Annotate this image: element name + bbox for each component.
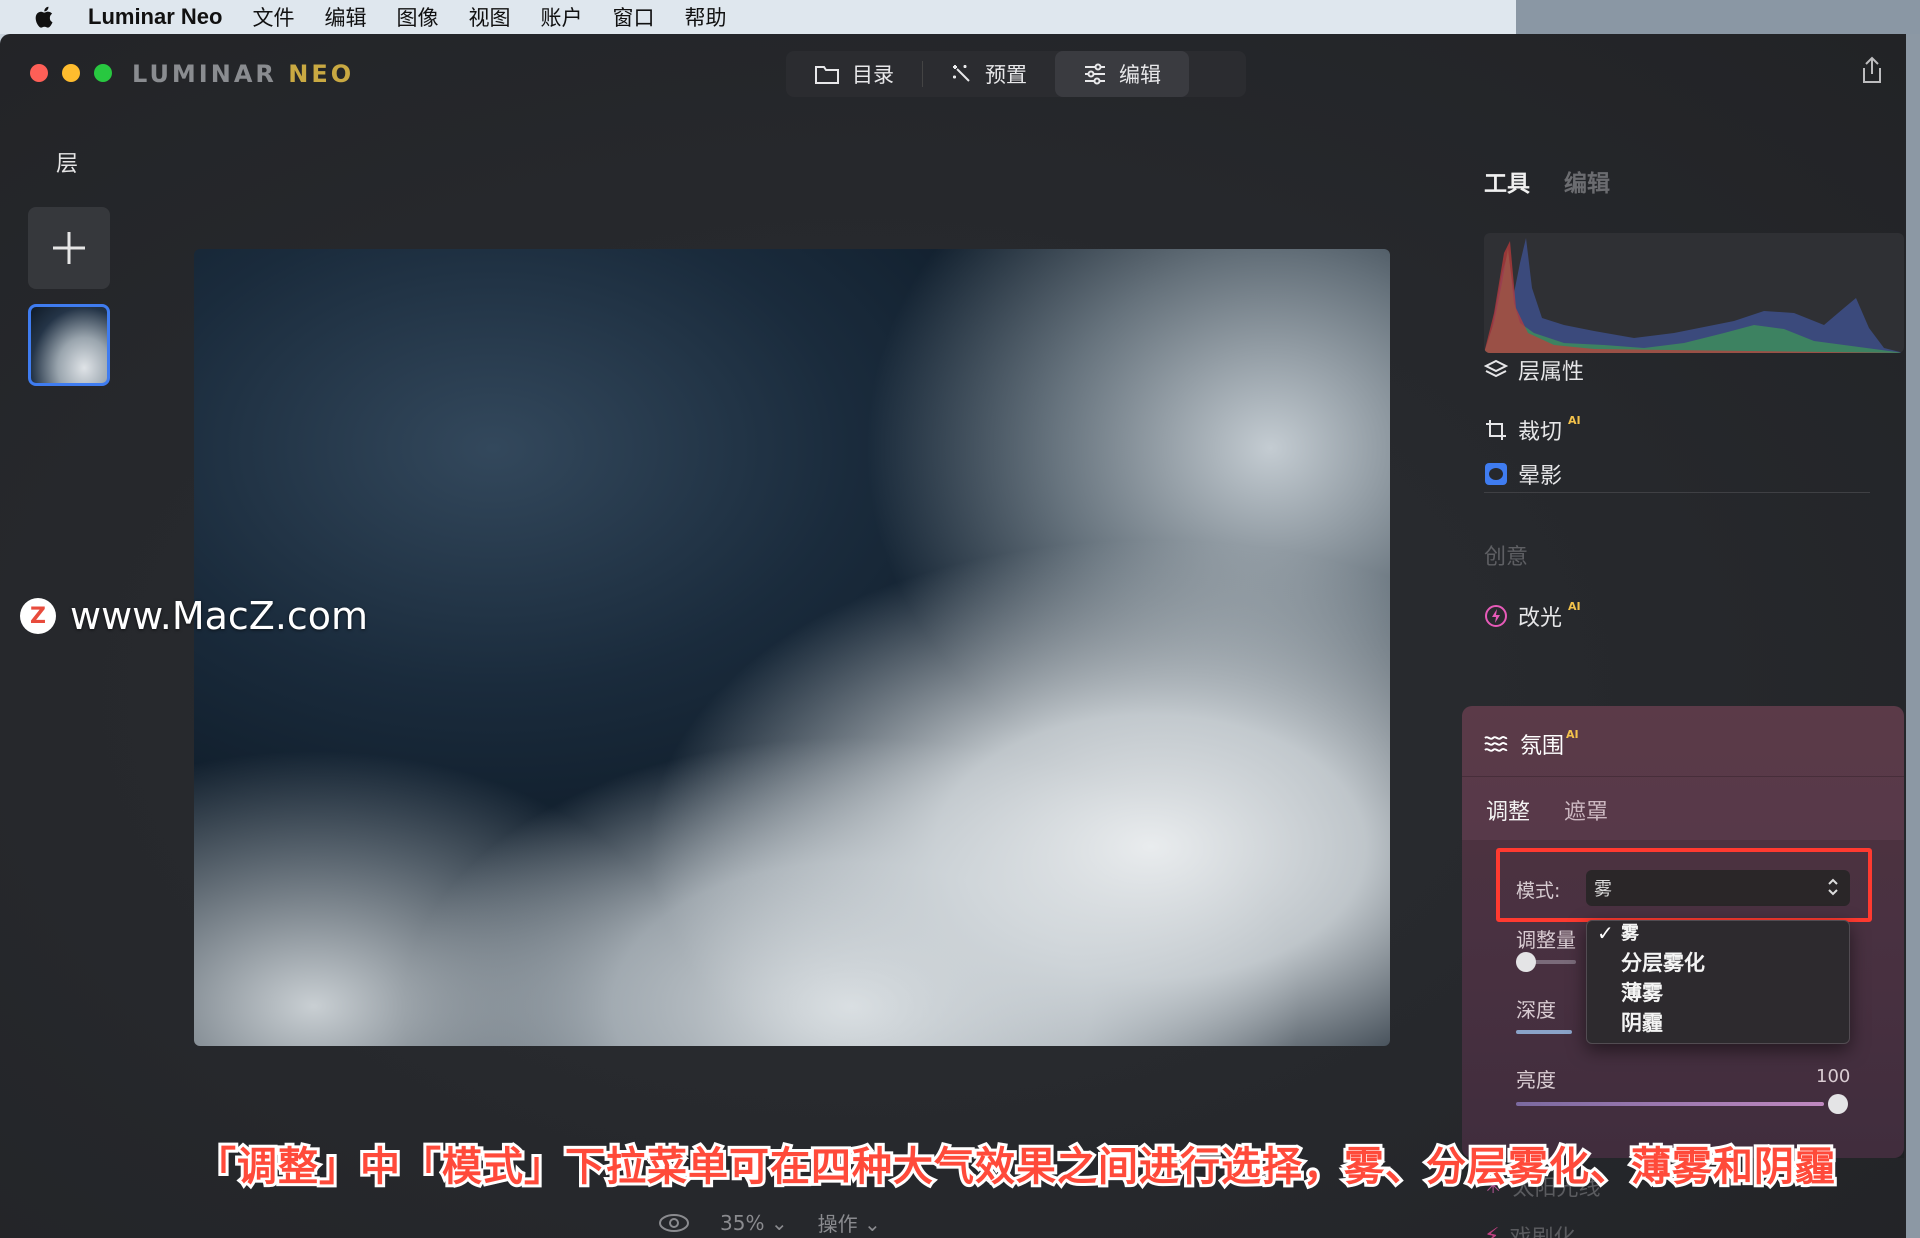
tool-relight[interactable]: 改光 AI bbox=[1484, 600, 1581, 632]
menu-bar: Luminar Neo 文件 编辑 图像 视图 账户 窗口 帮助 bbox=[0, 0, 1516, 34]
slider-brightness-value: 100 bbox=[1816, 1066, 1851, 1087]
tool-dramatic[interactable]: ⚡ 戏剧化 bbox=[1484, 1220, 1575, 1238]
dropdown-option-fog[interactable]: 雾 bbox=[1621, 919, 1639, 945]
zoom-value: 35% bbox=[720, 1210, 765, 1235]
watermark-logo: Z bbox=[20, 598, 56, 634]
tab-catalog-label: 目录 bbox=[852, 63, 894, 87]
mode-dropdown-menu: ✓ 雾 分层雾化 薄雾 阴霾 bbox=[1586, 920, 1850, 1044]
zoom-window-button[interactable] bbox=[94, 64, 112, 82]
tool-vignette[interactable]: 晕影 bbox=[1484, 458, 1562, 490]
minimize-window-button[interactable] bbox=[62, 64, 80, 82]
menu-account[interactable]: 账户 bbox=[540, 2, 582, 32]
tool-relight-label: 改光 bbox=[1518, 606, 1563, 631]
main-tab-bar: 目录 预置 编辑 bbox=[786, 51, 1246, 97]
tab-edit[interactable]: 编辑 bbox=[1055, 51, 1189, 97]
tab-mask[interactable]: 遮罩 bbox=[1564, 794, 1608, 826]
logo-neo: NEO bbox=[288, 60, 355, 88]
vignette-icon bbox=[1485, 463, 1507, 485]
atmosphere-tabs: 调整 遮罩 bbox=[1486, 794, 1608, 826]
actions-label: 操作 bbox=[817, 1212, 858, 1236]
histogram bbox=[1484, 233, 1904, 353]
close-window-button[interactable] bbox=[30, 64, 48, 82]
menu-image[interactable]: 图像 bbox=[396, 2, 438, 32]
app-logo: LUMINAR NEO bbox=[132, 60, 354, 88]
desktop-background bbox=[1516, 0, 1920, 34]
menu-app-name[interactable]: Luminar Neo bbox=[88, 4, 222, 30]
tool-dramatic-label: 戏剧化 bbox=[1509, 1220, 1575, 1238]
desktop-edge bbox=[1906, 34, 1920, 1238]
divider bbox=[1462, 776, 1904, 777]
crop-icon bbox=[1486, 420, 1506, 440]
menu-edit[interactable]: 编辑 bbox=[324, 2, 366, 32]
menu-window[interactable]: 窗口 bbox=[612, 2, 654, 32]
layer-thumbnail[interactable] bbox=[28, 304, 110, 386]
histogram-graph bbox=[1484, 238, 1904, 353]
tab-presets-label: 预置 bbox=[985, 63, 1027, 87]
chevron-down-icon: ⌄ bbox=[770, 1210, 788, 1235]
slider-depth-label: 深度 bbox=[1516, 998, 1556, 1022]
magic-wand-icon bbox=[953, 65, 970, 82]
ai-badge: AI bbox=[1568, 599, 1581, 613]
caption-text: 「调整」中「模式」下拉菜单可在四种大气效果之间进行选择，雾、分层雾化、薄雾和阴霾 bbox=[193, 1141, 1838, 1193]
tool-crop-label: 裁切 bbox=[1518, 420, 1563, 445]
tool-vignette-label: 晕影 bbox=[1518, 464, 1563, 489]
tool-layer-properties[interactable]: 层属性 bbox=[1484, 354, 1584, 386]
layers-title: 层 bbox=[56, 152, 79, 177]
slider-amount-label: 调整量 bbox=[1516, 928, 1576, 952]
ai-badge: AI bbox=[1566, 727, 1579, 741]
watermark: Z www.MacZ.com bbox=[20, 594, 368, 638]
actions-dropdown[interactable]: 操作 ⌄ bbox=[818, 1208, 881, 1237]
atmosphere-icon bbox=[1484, 735, 1508, 752]
share-icon[interactable] bbox=[1860, 56, 1884, 84]
tab-edits[interactable]: 编辑 bbox=[1564, 164, 1610, 198]
dramatic-icon: ⚡ bbox=[1484, 1223, 1500, 1238]
atmosphere-header[interactable]: 氛围 AI bbox=[1484, 728, 1579, 760]
section-creative: 创意 bbox=[1484, 545, 1529, 570]
plus-icon bbox=[53, 232, 85, 264]
divider bbox=[1484, 492, 1870, 493]
add-layer-button[interactable] bbox=[28, 207, 110, 289]
slider-brightness-label: 亮度 bbox=[1516, 1068, 1556, 1092]
tab-catalog[interactable]: 目录 bbox=[786, 51, 922, 97]
zoom-dropdown[interactable]: 35% ⌄ bbox=[720, 1211, 788, 1235]
dropdown-option-layered-fog[interactable]: 分层雾化 bbox=[1621, 947, 1705, 977]
tool-crop[interactable]: 裁切 AI bbox=[1484, 414, 1581, 446]
canvas-bottom-bar: 35% ⌄ 操作 ⌄ bbox=[658, 1208, 881, 1237]
image-canvas[interactable] bbox=[194, 249, 1390, 1046]
sliders-icon bbox=[1085, 63, 1105, 85]
slider-amount-knob[interactable] bbox=[1516, 952, 1536, 972]
slider-brightness-track[interactable] bbox=[1516, 1102, 1824, 1106]
dropdown-option-haze[interactable]: 阴霾 bbox=[1621, 1007, 1663, 1037]
watermark-text: www.MacZ.com bbox=[70, 594, 369, 638]
tab-tools[interactable]: 工具 bbox=[1484, 164, 1530, 198]
right-panel-tabs: 工具 编辑 bbox=[1484, 164, 1610, 198]
menu-view[interactable]: 视图 bbox=[468, 2, 510, 32]
menu-file[interactable]: 文件 bbox=[252, 2, 294, 32]
tab-adjust[interactable]: 调整 bbox=[1486, 794, 1530, 826]
layers-icon bbox=[1484, 359, 1508, 378]
eye-icon[interactable] bbox=[658, 1212, 690, 1234]
tab-edit-label: 编辑 bbox=[1119, 63, 1161, 87]
tool-layer-properties-label: 层属性 bbox=[1518, 360, 1585, 385]
menu-help[interactable]: 帮助 bbox=[684, 2, 726, 32]
slider-brightness-knob[interactable] bbox=[1828, 1094, 1848, 1114]
watermark-logo-letter: Z bbox=[30, 603, 46, 629]
highlight-box bbox=[1496, 848, 1872, 922]
dropdown-option-mist[interactable]: 薄雾 bbox=[1621, 977, 1663, 1007]
apple-menu-icon[interactable] bbox=[32, 4, 58, 30]
checkmark-icon: ✓ bbox=[1597, 921, 1614, 945]
folder-icon bbox=[815, 66, 839, 84]
tab-presets[interactable]: 预置 bbox=[923, 51, 1055, 97]
slider-depth-track[interactable] bbox=[1516, 1030, 1572, 1034]
atmosphere-title: 氛围 bbox=[1520, 734, 1565, 759]
logo-luminar: LUMINAR bbox=[132, 60, 277, 88]
relight-icon bbox=[1485, 605, 1507, 627]
ai-badge: AI bbox=[1568, 413, 1581, 427]
chevron-down-icon: ⌄ bbox=[863, 1212, 881, 1236]
